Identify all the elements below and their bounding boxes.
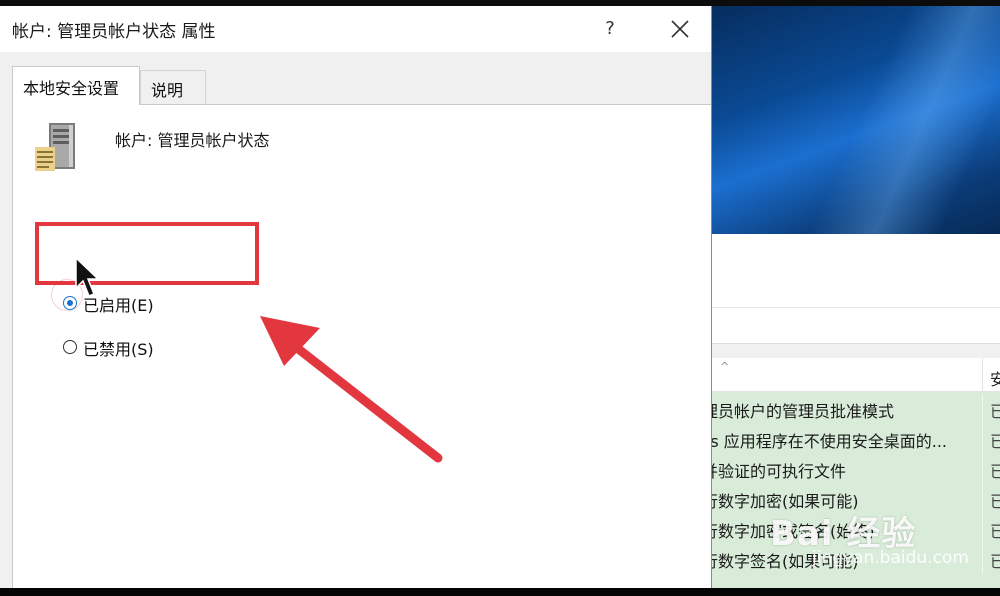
- help-button[interactable]: ?: [590, 12, 630, 46]
- desktop-wallpaper: [712, 6, 1000, 234]
- server-icon: [35, 123, 75, 171]
- policy-row-setting: 已: [990, 552, 1000, 571]
- policy-row-setting: 已: [990, 522, 1000, 541]
- tab-explain[interactable]: 说明: [140, 70, 206, 104]
- policy-row-name: ss 应用程序在不使用安全桌面的...: [712, 432, 948, 451]
- dialog-title: 帐户: 管理员帐户状态 属性: [12, 22, 216, 42]
- table-row[interactable]: ss 应用程序在不使用安全桌面的... 已: [712, 424, 1000, 454]
- background-address-bar: [712, 308, 1000, 344]
- radio-disabled-button[interactable]: [63, 340, 77, 354]
- dialog-titlebar[interactable]: 帐户: 管理员帐户状态 属性 ?: [0, 6, 711, 52]
- tab-local-security-setting[interactable]: 本地安全设置: [12, 66, 140, 105]
- annotation-highlight-box: [35, 222, 259, 285]
- watermark-url: jingyan.baidu.com: [812, 548, 969, 568]
- bottom-strip: [0, 588, 1000, 596]
- policy-row-setting: 已: [990, 432, 1000, 451]
- policy-list-header[interactable]: ^ 安: [712, 358, 1000, 392]
- mouse-cursor-icon: [75, 256, 100, 297]
- column-separator: [982, 424, 983, 454]
- radio-disabled-label[interactable]: 已禁用(S): [83, 336, 154, 360]
- close-button[interactable]: [658, 12, 702, 46]
- column-separator: [982, 514, 983, 544]
- column-separator: [982, 394, 983, 424]
- column-separator: [982, 454, 983, 484]
- close-icon: [671, 20, 689, 38]
- policy-row-name: 并验证的可执行文件: [712, 462, 847, 481]
- baidu-jingyan-watermark: Bai 经验 jingyan.baidu.com: [770, 506, 969, 568]
- column-separator[interactable]: [982, 358, 983, 392]
- red-arrow-icon: [260, 316, 443, 463]
- sort-arrow-icon: ^: [720, 360, 730, 373]
- wallpaper-light-beam: [802, 6, 1000, 234]
- policy-row-setting: 已: [990, 462, 1000, 481]
- policy-row-setting: 已: [990, 402, 1000, 421]
- table-row[interactable]: 理员帐户的管理员批准模式 已: [712, 394, 1000, 424]
- column-separator: [982, 544, 983, 574]
- security-setting-column-header[interactable]: 安: [990, 366, 1000, 390]
- background-toolbar: [712, 234, 1000, 308]
- policy-row-setting: 已: [990, 492, 1000, 511]
- table-row[interactable]: 并验证的可执行文件 已: [712, 454, 1000, 484]
- policy-name-label: 帐户: 管理员帐户状态: [115, 131, 270, 150]
- column-separator: [982, 484, 983, 514]
- background-divider: [712, 344, 1000, 358]
- policy-properties-dialog: 帐户: 管理员帐户状态 属性 ? 本地安全设置 说明 帐户: 管理员帐户状态 已…: [0, 6, 712, 588]
- policy-row-name: 理员帐户的管理员批准模式: [712, 402, 895, 421]
